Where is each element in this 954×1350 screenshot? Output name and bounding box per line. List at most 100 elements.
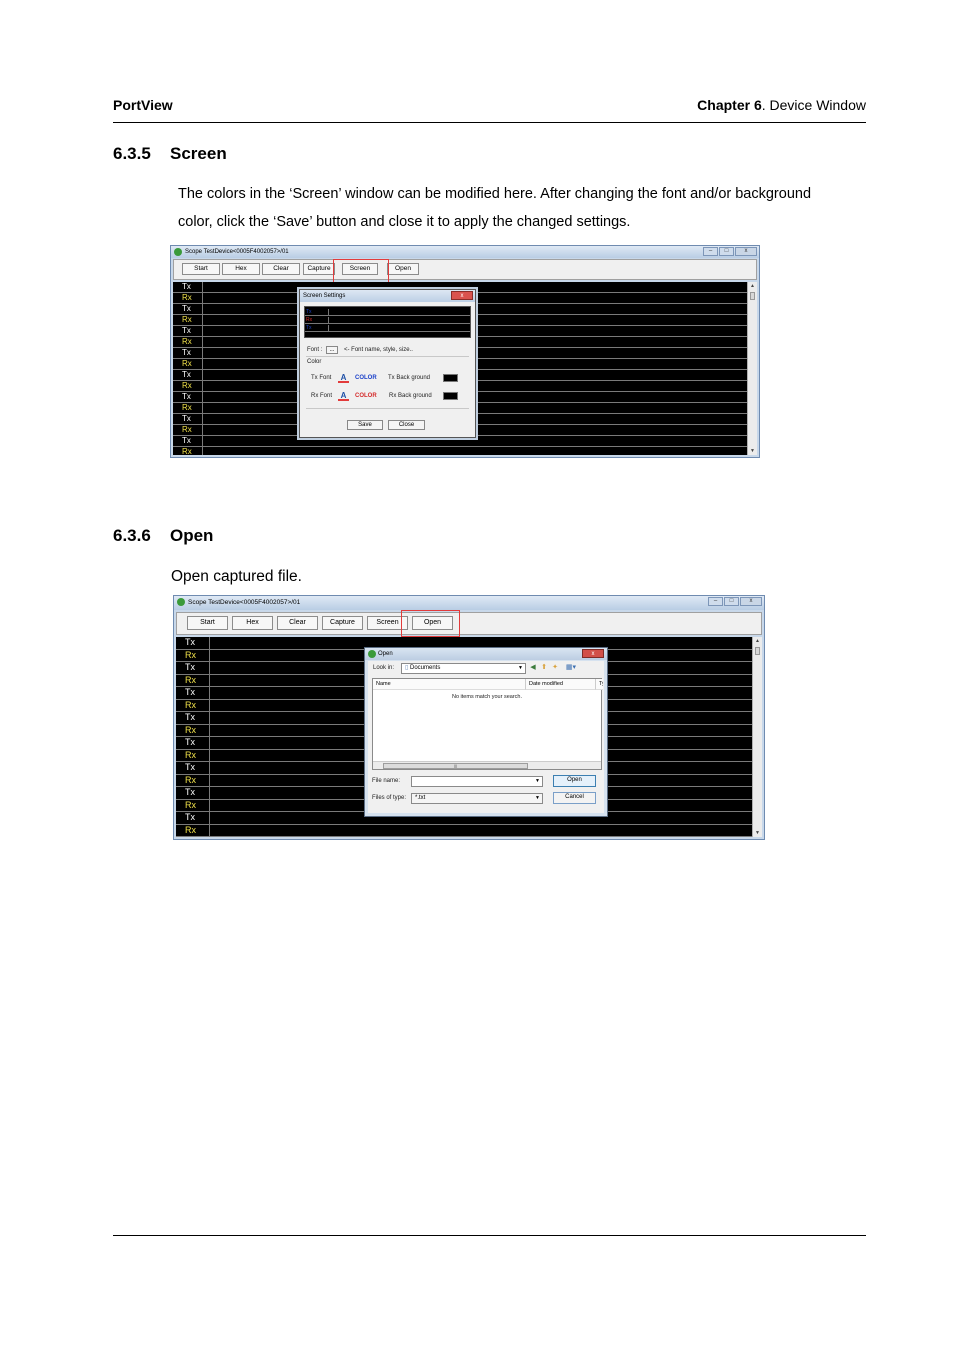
font-picker-button[interactable]: ... [326,346,338,354]
files-of-type-value: *.txt [415,795,426,801]
window-title-bar: Scope TestDevice<0005F4002057>/01 – □ x [174,596,764,610]
scroll-thumb[interactable]: ||| [383,763,528,769]
dialog-app-icon [368,650,376,658]
section-number: 6.3.5 [113,144,151,163]
screen-description-line-2: color, click the ‘Save’ button and close… [178,214,631,230]
look-in-label: Look in: [373,665,395,671]
close-icon[interactable]: x [740,597,762,606]
preview-row: Tx [305,309,470,316]
dialog-close-icon[interactable]: x [451,291,473,300]
view-menu-icon[interactable]: ▦▾ [564,664,578,672]
section-title-screen: 6.3.5 Screen [113,144,227,164]
minimize-icon[interactable]: – [708,597,723,606]
preview-row: Tx [305,325,470,332]
capture-button[interactable]: Capture [322,616,363,630]
section-heading: Screen [170,144,227,163]
empty-list-message: No items match your search. [452,694,522,700]
new-folder-icon[interactable]: ✦ [551,664,559,672]
up-folder-icon[interactable]: ⬆ [540,664,548,672]
color-label: Color [307,359,322,365]
open-button[interactable]: Open [387,263,419,275]
tx-font-icon[interactable]: A [338,373,349,383]
scroll-thumb[interactable] [750,292,755,300]
tx-label: Tx [176,812,210,824]
clear-button[interactable]: Clear [262,263,300,275]
tx-font-label: Tx Font [311,375,332,381]
file-name-input[interactable]: ▼ [411,776,543,787]
rx-font-icon[interactable]: A [338,391,349,401]
folder-icon: ▯ [405,665,409,671]
clear-button[interactable]: Clear [277,616,318,630]
rx-color-button[interactable]: COLOR [355,393,377,399]
open-description: Open captured file. [171,568,302,585]
tx-label: Tx [176,662,210,674]
rx-label: Rx [176,824,210,836]
column-header-type[interactable]: Ty [596,679,603,690]
scroll-thumb[interactable] [755,647,760,655]
column-header-date[interactable]: Date modified [526,679,596,690]
start-button[interactable]: Start [182,263,220,275]
column-header-name[interactable]: Name [373,679,526,690]
hex-button[interactable]: Hex [232,616,273,630]
dialog-close-icon[interactable]: x [582,649,604,658]
chapter-title: Chapter 6. Device Window [697,97,866,113]
files-of-type-label: Files of type: [372,795,407,801]
section-title-open: 6.3.6 Open [113,526,213,546]
section-heading: Open [170,526,214,545]
product-name: PortView [113,97,173,113]
open-button-highlight [401,610,460,637]
rx-label: Rx [173,403,203,413]
rx-label: Rx [176,699,210,711]
horizontal-scrollbar[interactable]: ||| [373,761,601,769]
tx-label: Tx [173,348,203,358]
rx-label: Rx [173,293,203,303]
divider [306,408,469,409]
scope-toolbar: Start Hex Clear Capture Screen Open [173,259,757,280]
rx-label: Rx [173,447,203,455]
scroll-down-icon[interactable]: ▼ [748,448,757,454]
scope-toolbar: Start Hex Clear Capture Screen Open [176,612,762,635]
start-button[interactable]: Start [187,616,228,630]
cancel-button[interactable]: Cancel [553,792,596,804]
maximize-icon[interactable]: □ [719,247,734,256]
rx-background-swatch[interactable] [443,392,458,400]
back-icon[interactable]: ◀ [529,664,537,672]
file-list[interactable]: Name Date modified Ty No items match you… [372,678,603,770]
look-in-select[interactable]: ▯ Documents ▼ [401,663,526,674]
rx-label: Rx [176,674,210,686]
tx-background-swatch[interactable] [443,374,458,382]
look-in-value: Documents [409,665,441,671]
capture-button[interactable]: Capture [303,263,335,275]
close-icon[interactable]: x [735,247,757,256]
scroll-down-icon[interactable]: ▼ [753,830,762,836]
maximize-icon[interactable]: □ [724,597,739,606]
hex-button[interactable]: Hex [222,263,260,275]
minimize-icon[interactable]: – [703,247,718,256]
vertical-scrollbar[interactable]: ▲ ▼ [747,282,757,455]
dialog-title-bar: Screen Settings x [300,290,475,302]
chapter-number: Chapter 6 [697,97,762,113]
file-name-label: File name: [372,778,401,784]
tx-label: Tx [173,392,203,402]
save-button[interactable]: Save [347,420,383,430]
tx-label: Tx [173,282,203,292]
rx-label: Rx [173,315,203,325]
close-button[interactable]: Close [388,420,425,430]
font-hint: <- Font name, style, size.. [344,347,413,353]
rx-label: Rx [176,724,210,736]
window-controls: – □ x [708,597,762,607]
dialog-title: Open [378,651,393,657]
rx-label: Rx [173,359,203,369]
preview-label: Tx [305,325,329,331]
tx-background-label: Tx Back ground [388,375,431,381]
vertical-scrollbar[interactable]: ▲ ▼ [752,637,762,837]
tx-label: Tx [176,762,210,774]
divider [306,356,469,357]
files-of-type-select[interactable]: *.txt ▼ [411,793,543,804]
tx-color-button[interactable]: COLOR [355,375,377,381]
scroll-up-icon[interactable]: ▲ [748,283,757,289]
tx-label: Tx [173,326,203,336]
preview-row: Rx [305,317,470,324]
open-button[interactable]: Open [553,775,596,787]
scroll-up-icon[interactable]: ▲ [753,638,762,644]
